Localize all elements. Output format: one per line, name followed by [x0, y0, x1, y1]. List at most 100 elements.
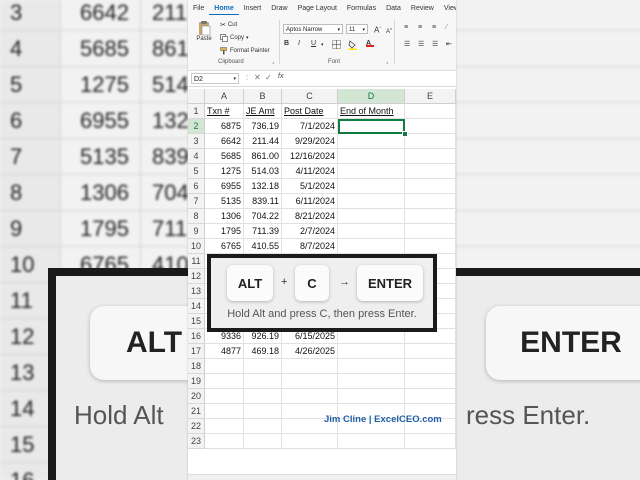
table-cell[interactable]: 12/16/2024 — [282, 149, 338, 164]
tab-home[interactable]: Home — [209, 3, 239, 15]
table-cell[interactable]: 736.19 — [244, 119, 282, 134]
row-header[interactable]: 6 — [188, 179, 205, 194]
select-all-corner[interactable] — [188, 89, 205, 104]
table-cell[interactable] — [338, 374, 405, 389]
tab-file[interactable]: File — [188, 3, 209, 15]
table-cell[interactable] — [282, 374, 338, 389]
table-cell[interactable]: 704.22 — [244, 209, 282, 224]
font-color-button[interactable]: A — [366, 40, 374, 47]
table-cell[interactable] — [405, 359, 456, 374]
format-painter-button[interactable]: Format Painter — [220, 47, 270, 55]
table-cell[interactable] — [405, 344, 456, 359]
table-cell[interactable] — [405, 179, 456, 194]
table-cell[interactable] — [338, 359, 405, 374]
tab-draw[interactable]: Draw — [266, 3, 292, 15]
row-header[interactable]: 3 — [188, 134, 205, 149]
enter-icon[interactable]: ✓ — [265, 73, 272, 82]
table-cell[interactable] — [282, 389, 338, 404]
header-cell[interactable]: Post Date — [282, 104, 338, 119]
italic-button[interactable]: I — [298, 40, 300, 47]
table-cell[interactable]: 5685 — [205, 149, 244, 164]
row-header[interactable]: 16 — [188, 329, 205, 344]
align-center-icon[interactable]: ☰ — [418, 40, 424, 48]
row-header[interactable]: 23 — [188, 434, 205, 449]
table-cell[interactable] — [405, 389, 456, 404]
table-cell[interactable] — [338, 389, 405, 404]
row-header[interactable]: 15 — [188, 314, 205, 329]
table-cell[interactable] — [338, 344, 405, 359]
table-cell[interactable]: 6955 — [205, 179, 244, 194]
bold-button[interactable]: B — [284, 40, 289, 47]
table-cell[interactable] — [205, 389, 244, 404]
row-header[interactable]: 2 — [188, 119, 205, 134]
table-cell[interactable]: 861.00 — [244, 149, 282, 164]
row-header[interactable]: 18 — [188, 359, 205, 374]
column-header-b[interactable]: B — [244, 89, 282, 104]
column-header-a[interactable]: A — [205, 89, 244, 104]
row-header[interactable]: 14 — [188, 299, 205, 314]
table-cell[interactable] — [405, 134, 456, 149]
table-cell[interactable] — [282, 359, 338, 374]
indent-icon[interactable]: ⇤ — [446, 40, 452, 48]
table-cell[interactable] — [244, 419, 282, 434]
underline-button[interactable]: U — [311, 40, 316, 47]
table-cell[interactable] — [338, 239, 405, 254]
table-cell[interactable] — [338, 194, 405, 209]
font-name-box[interactable]: Aptos Narrow ▾ — [283, 24, 343, 34]
font-size-box[interactable]: 11 ▾ — [346, 24, 368, 34]
tab-review[interactable]: Review — [406, 3, 439, 15]
row-header[interactable]: 8 — [188, 209, 205, 224]
table-cell[interactable] — [338, 134, 405, 149]
header-cell[interactable]: Txn # — [205, 104, 244, 119]
table-cell[interactable]: 6875 — [205, 119, 244, 134]
table-cell[interactable] — [338, 149, 405, 164]
table-cell[interactable]: 4877 — [205, 344, 244, 359]
cancel-icon[interactable]: ✕ — [254, 73, 261, 82]
row-header[interactable]: 11 — [188, 254, 205, 269]
header-cell[interactable]: End of Month — [338, 104, 405, 119]
column-header-d[interactable]: D — [338, 89, 405, 104]
row-header[interactable]: 9 — [188, 224, 205, 239]
row-header[interactable]: 17 — [188, 344, 205, 359]
row-header[interactable]: 12 — [188, 269, 205, 284]
horizontal-scrollbar[interactable] — [188, 474, 456, 480]
table-cell[interactable]: 6642 — [205, 134, 244, 149]
table-cell[interactable] — [338, 209, 405, 224]
row-header[interactable]: 19 — [188, 374, 205, 389]
orientation-icon[interactable]: ⁄ — [446, 24, 447, 31]
table-cell[interactable] — [244, 434, 282, 449]
formula-input[interactable] — [290, 73, 452, 84]
copy-button[interactable]: Copy ▾ — [220, 34, 249, 42]
table-cell[interactable]: 5135 — [205, 194, 244, 209]
table-cell[interactable] — [405, 209, 456, 224]
paste-button[interactable]: Paste — [196, 20, 212, 42]
align-right-icon[interactable]: ☰ — [432, 40, 438, 48]
font-launcher-icon[interactable]: ⌟ — [386, 59, 388, 65]
row-header[interactable]: 7 — [188, 194, 205, 209]
row-header[interactable]: 22 — [188, 419, 205, 434]
table-cell[interactable]: 8/7/2024 — [282, 239, 338, 254]
table-cell[interactable] — [405, 194, 456, 209]
tab-insert[interactable]: Insert — [239, 3, 267, 15]
decrease-font-size-button[interactable]: Av — [386, 26, 392, 35]
tab-view[interactable]: View — [439, 3, 456, 15]
align-left-icon[interactable]: ☰ — [404, 40, 410, 48]
clipboard-launcher-icon[interactable]: ⌟ — [272, 59, 274, 65]
fill-color-button[interactable] — [348, 40, 357, 52]
table-cell[interactable]: 5/1/2024 — [282, 179, 338, 194]
row-header[interactable]: 4 — [188, 149, 205, 164]
table-cell[interactable]: 6/11/2024 — [282, 194, 338, 209]
row-header[interactable]: 21 — [188, 404, 205, 419]
table-cell[interactable]: 410.55 — [244, 239, 282, 254]
table-cell[interactable] — [405, 119, 456, 134]
tab-page-layout[interactable]: Page Layout — [293, 3, 342, 15]
table-cell[interactable] — [405, 149, 456, 164]
table-cell[interactable]: 1275 — [205, 164, 244, 179]
table-cell[interactable] — [205, 359, 244, 374]
table-cell[interactable] — [244, 404, 282, 419]
column-header-e[interactable]: E — [405, 89, 456, 104]
table-cell[interactable]: 469.18 — [244, 344, 282, 359]
chevron-down-icon[interactable]: ▾ — [246, 35, 249, 41]
header-cell[interactable]: JE Amt — [244, 104, 282, 119]
borders-button[interactable] — [332, 40, 341, 51]
